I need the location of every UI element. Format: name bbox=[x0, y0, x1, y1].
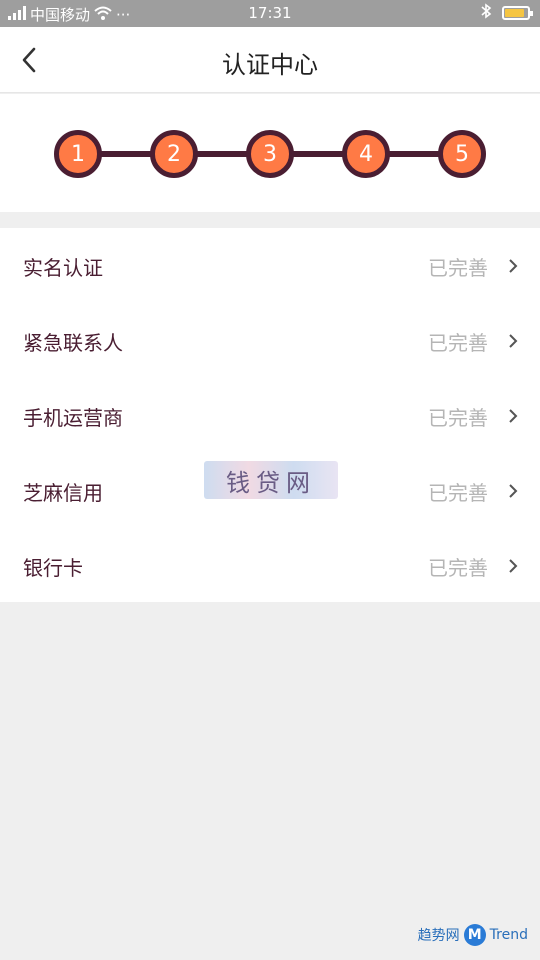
step-1: 1 bbox=[54, 130, 102, 178]
page-title: 认证中心 bbox=[222, 51, 318, 79]
list-item-emergency-contact[interactable]: 紧急联系人 已完善 bbox=[0, 303, 540, 378]
nav-bar: 认证中心 bbox=[0, 27, 540, 93]
list-item-status: 已完善 bbox=[428, 331, 488, 355]
list-item-label: 实名认证 bbox=[23, 256, 103, 280]
verification-list: 实名认证 已完善 紧急联系人 已完善 手机运营商 已完善 芝麻信用 已完善 银行… bbox=[0, 228, 540, 602]
step-4: 4 bbox=[342, 130, 390, 178]
progress-stepper: 1 2 3 4 5 bbox=[0, 94, 540, 212]
chevron-right-icon bbox=[506, 556, 520, 576]
chevron-right-icon bbox=[506, 481, 520, 501]
step-5: 5 bbox=[438, 130, 486, 178]
watermark-corner-cn: 趋势网 bbox=[417, 928, 460, 944]
list-item-realname[interactable]: 实名认证 已完善 bbox=[0, 228, 540, 303]
step-2: 2 bbox=[150, 130, 198, 178]
watermark-center: 钱贷网 bbox=[204, 461, 338, 499]
watermark-corner-en: Trend bbox=[489, 927, 528, 943]
bluetooth-icon bbox=[480, 3, 492, 23]
list-item-label: 手机运营商 bbox=[23, 406, 123, 430]
step-3: 3 bbox=[246, 130, 294, 178]
chevron-right-icon bbox=[506, 406, 520, 426]
list-item-status: 已完善 bbox=[428, 481, 488, 505]
list-item-status: 已完善 bbox=[428, 556, 488, 580]
chevron-right-icon bbox=[506, 331, 520, 351]
list-item-status: 已完善 bbox=[428, 406, 488, 430]
status-time: 17:31 bbox=[248, 4, 292, 22]
battery-icon bbox=[502, 6, 533, 20]
list-item-label: 紧急联系人 bbox=[23, 331, 123, 355]
list-item-mobile-carrier[interactable]: 手机运营商 已完善 bbox=[0, 378, 540, 453]
watermark-badge: M bbox=[463, 924, 486, 946]
status-right bbox=[480, 3, 533, 23]
chevron-right-icon bbox=[506, 256, 520, 276]
watermark-corner: 趋势网 M Trend bbox=[418, 924, 528, 946]
list-item-label: 银行卡 bbox=[23, 556, 83, 580]
list-item-bank-card[interactable]: 银行卡 已完善 bbox=[0, 528, 540, 603]
list-item-status: 已完善 bbox=[428, 256, 488, 280]
status-bar: 中国移动 ··· 17:31 bbox=[0, 0, 540, 27]
list-item-label: 芝麻信用 bbox=[23, 481, 103, 505]
